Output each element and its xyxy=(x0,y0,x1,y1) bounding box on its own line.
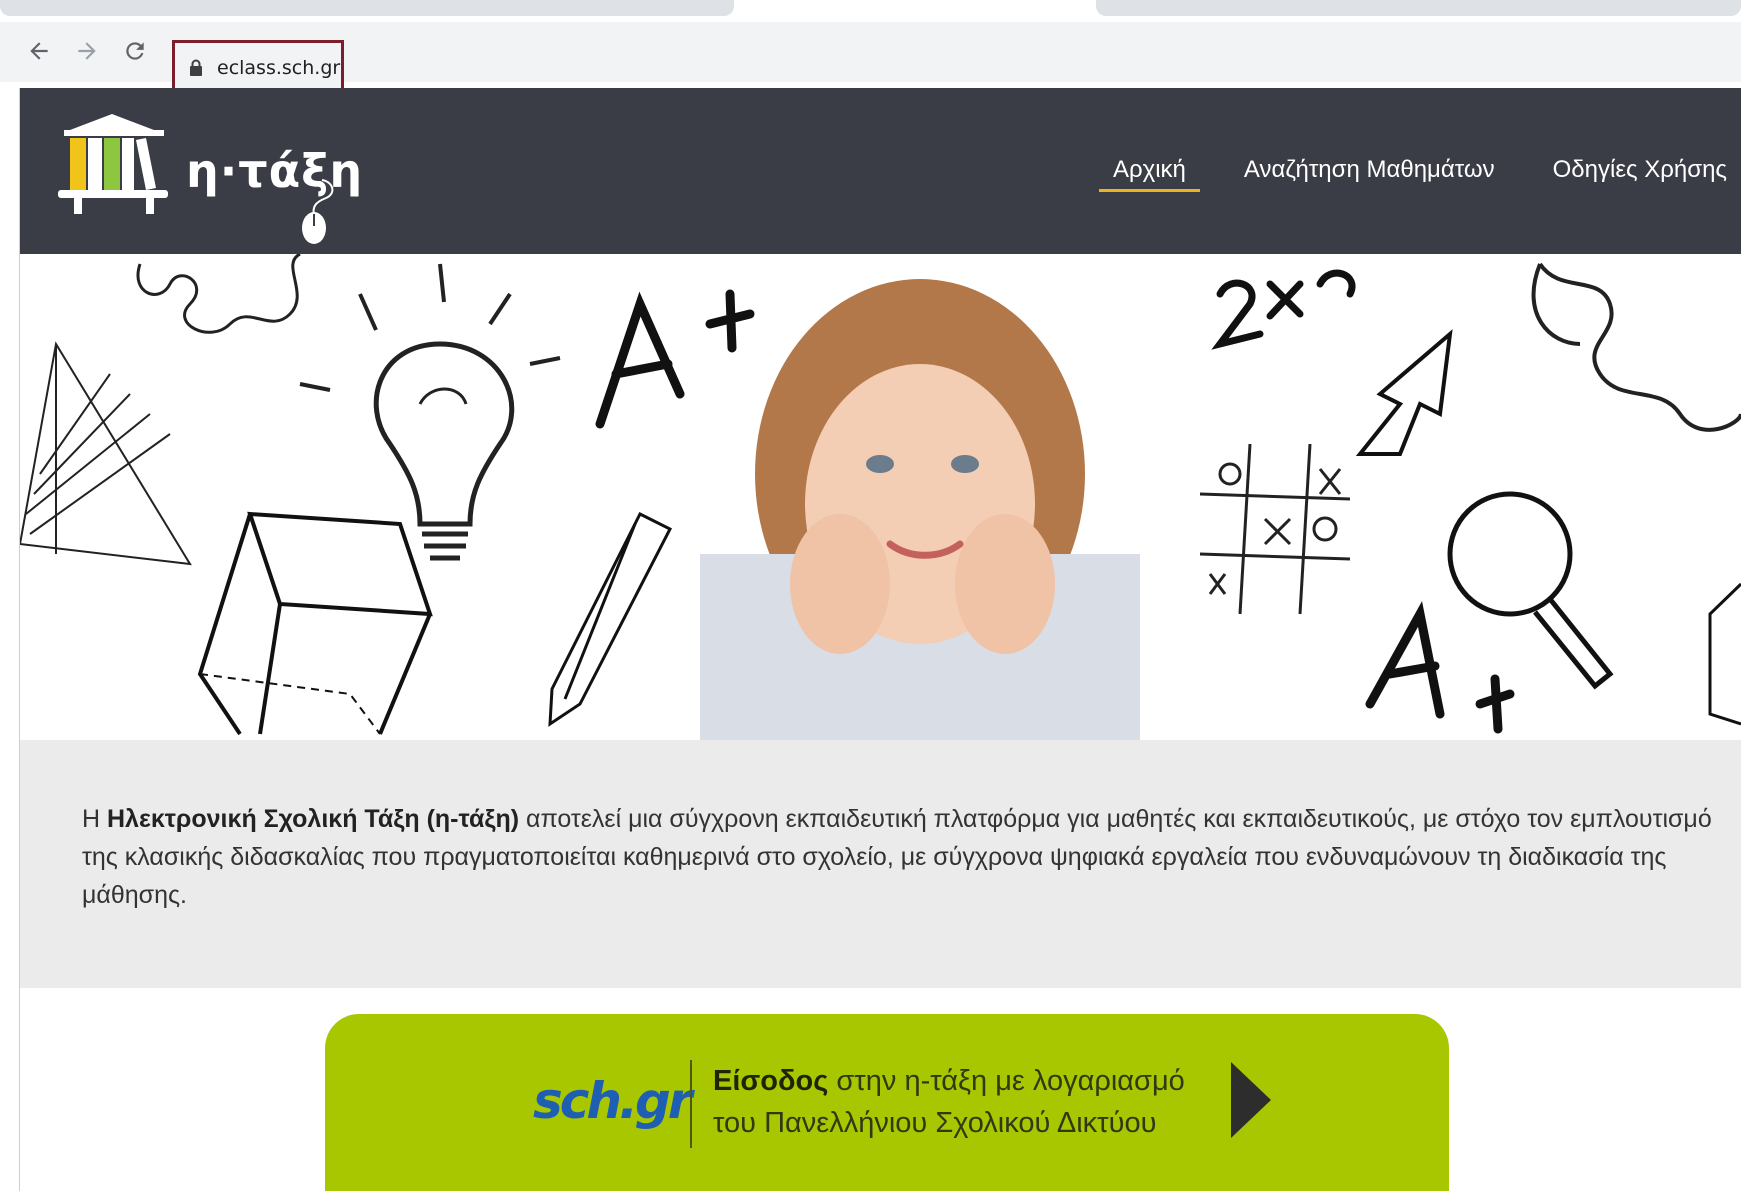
web-page: η·τάξη Αρχική Αναζήτηση Μαθημάτων Οδηγίε… xyxy=(20,88,1741,1191)
main-nav: Αρχική Αναζήτηση Μαθημάτων Οδηγίες Χρήση… xyxy=(1098,148,1741,192)
intro-paragraph: Η Ηλεκτρονική Σχολική Τάξη (η-τάξη) αποτ… xyxy=(82,800,1722,914)
login-line2: του Πανελλήνιου Σχολικού Δικτύου xyxy=(713,1107,1157,1139)
triangle-icon xyxy=(20,341,192,566)
sch-logo-text: sch.gr xyxy=(533,1072,692,1130)
forward-arrow-icon xyxy=(78,42,96,60)
puzzle-piece-icon xyxy=(1531,262,1741,432)
math-2x-icon xyxy=(1211,269,1356,350)
light-bulb-icon xyxy=(299,263,561,561)
browser-toolbar: eclass.sch.gr xyxy=(0,22,1741,96)
arrow-icon xyxy=(1355,329,1453,456)
cube-icon xyxy=(1708,582,1741,726)
lock-icon xyxy=(190,59,202,76)
site-header: η·τάξη Αρχική Αναζήτηση Μαθημάτων Οδηγίε… xyxy=(20,88,1741,254)
nav-user-guide[interactable]: Οδηγίες Χρήσης xyxy=(1539,148,1741,192)
cube-icon xyxy=(197,511,433,736)
reload-button[interactable] xyxy=(120,36,150,66)
a-plus-grade-icon xyxy=(595,289,755,429)
mouse-icon xyxy=(302,179,334,244)
pencil-icon xyxy=(548,511,673,727)
login-label: Είσοδος στην η-τάξη με λογαριασμό του Πα… xyxy=(713,1060,1233,1144)
sch-login-button[interactable]: sch.gr Είσοδος στην η-τάξη με λογαριασμό… xyxy=(325,1014,1449,1191)
nav-home[interactable]: Αρχική xyxy=(1098,148,1200,192)
play-arrow-icon xyxy=(1231,1062,1271,1138)
girl-photo xyxy=(700,279,1140,740)
reload-icon xyxy=(126,42,144,60)
browser-tab[interactable] xyxy=(0,0,734,16)
intro-bold: Ηλεκτρονική Σχολική Τάξη (η-τάξη) xyxy=(107,805,520,833)
intro-prefix: Η xyxy=(82,805,107,833)
back-arrow-icon xyxy=(30,42,48,60)
browser-tabstrip xyxy=(0,0,1741,22)
login-bold: Είσοδος xyxy=(713,1065,829,1097)
url-text: eclass.sch.gr xyxy=(217,57,341,79)
puzzle-piece-icon xyxy=(136,254,301,334)
hero-banner xyxy=(20,254,1741,740)
intro-section: Η Ηλεκτρονική Σχολική Τάξη (η-τάξη) αποτ… xyxy=(20,740,1741,988)
login-divider xyxy=(690,1060,692,1148)
login-line1: στην η-τάξη με λογαριασμό xyxy=(828,1065,1185,1097)
browser-tab[interactable] xyxy=(1096,0,1741,16)
magnifying-glass-icon xyxy=(1447,491,1614,690)
bookshelf-logo-icon xyxy=(58,114,168,214)
forward-button[interactable] xyxy=(72,36,102,66)
tic-tac-toe-icon xyxy=(1199,443,1351,615)
nav-course-search[interactable]: Αναζήτηση Μαθημάτων xyxy=(1230,148,1509,192)
sch-gr-logo: sch.gr xyxy=(533,1064,692,1134)
hero-illustration xyxy=(20,254,1741,740)
a-plus-grade-icon xyxy=(1365,601,1515,734)
site-logo[interactable]: η·τάξη xyxy=(56,106,362,244)
back-button[interactable] xyxy=(24,36,54,66)
